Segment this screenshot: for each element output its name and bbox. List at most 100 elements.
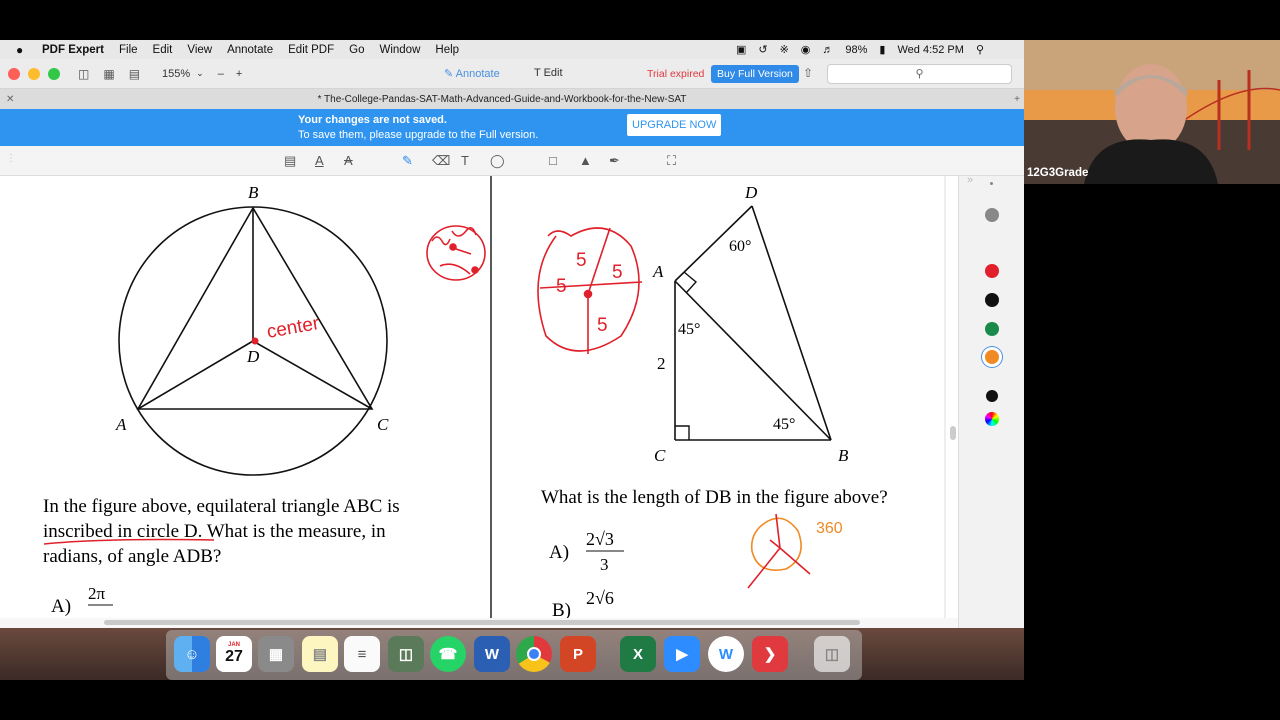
menu-edit-pdf[interactable]: Edit PDF — [288, 44, 334, 56]
color-swatch-orange-selected[interactable] — [985, 350, 999, 364]
minimize-window-button[interactable] — [28, 67, 40, 80]
webcam-video-tile: 12G3Grade — [1024, 40, 1280, 184]
circle-triangle-figure: B A C D center — [115, 183, 389, 476]
outline-view-icon[interactable]: ▤ — [129, 67, 140, 81]
calculator-icon[interactable]: ▦ — [258, 636, 294, 672]
powerpoint-icon[interactable]: P — [560, 636, 596, 672]
menu-go[interactable]: Go — [349, 44, 364, 56]
annotate-label: Annotate — [455, 68, 500, 80]
document-tab-bar: ✕ * The-College-Pandas-SAT-Math-Advanced… — [0, 89, 1024, 109]
text-tool-icon[interactable]: T — [461, 153, 469, 168]
menu-edit[interactable]: Edit — [153, 44, 173, 56]
new-tab-icon[interactable]: + — [1014, 94, 1020, 105]
menu-view[interactable]: View — [187, 44, 212, 56]
right-label-b: B — [838, 446, 849, 465]
edit-mode-button[interactable]: T Edit — [534, 67, 563, 79]
volume-icon[interactable]: ♬ — [822, 44, 833, 56]
menu-window[interactable]: Window — [379, 44, 420, 56]
color-swatch-green[interactable] — [985, 322, 999, 336]
left-choice-a-letter: A) — [51, 596, 71, 617]
right-choice-b-letter: B) — [552, 600, 571, 618]
left-question-line1: In the figure above, equilateral triangl… — [43, 496, 400, 517]
comment-icon[interactable]: □ — [549, 153, 557, 168]
sidebar-toggle-icon[interactable]: ◫ — [78, 67, 89, 81]
apple-menu-icon[interactable]: ● — [16, 43, 32, 57]
whatsapp-icon[interactable]: ☎ — [430, 636, 466, 672]
right-choice-a-letter: A) — [549, 542, 569, 563]
archive-icon[interactable]: ◫ — [388, 636, 424, 672]
custom-color-picker-icon[interactable] — [985, 412, 999, 426]
finder-icon[interactable]: ☺ — [174, 636, 210, 672]
color-swatch-black-2[interactable] — [986, 390, 998, 402]
right-label-a: A — [652, 262, 664, 281]
notes-icon[interactable]: ▤ — [302, 636, 338, 672]
drag-handle-icon[interactable]: ⋮ — [6, 153, 16, 164]
trash-icon[interactable]: ◫ — [814, 636, 850, 672]
pen-icon[interactable]: ✎ — [402, 153, 413, 169]
banner-message: To save them, please upgrade to the Full… — [298, 129, 539, 141]
webex-icon[interactable]: W — [708, 636, 744, 672]
close-window-button[interactable] — [8, 67, 20, 80]
vertical-scrollbar[interactable] — [950, 426, 956, 440]
text-highlight-icon[interactable]: ▤ — [284, 153, 296, 169]
menu-annotate[interactable]: Annotate — [227, 44, 273, 56]
underline-icon[interactable]: A — [315, 153, 324, 168]
time-machine-icon[interactable]: ↺ — [758, 43, 767, 56]
bluetooth-icon[interactable]: ※ — [780, 43, 789, 56]
strikethrough-icon[interactable]: A — [344, 153, 353, 168]
angle-60-label: 60° — [729, 238, 751, 255]
menu-bar: ● PDF Expert File Edit View Annotate Edi… — [0, 40, 1024, 59]
annotate-mode-button[interactable]: ✎ Annotate — [444, 67, 500, 80]
horizontal-scroll-thumb[interactable] — [104, 620, 860, 625]
stamp-icon[interactable]: ▲ — [579, 153, 592, 168]
thickness-thin[interactable] — [990, 182, 993, 185]
left-choice-a-numerator: 2π — [88, 584, 106, 603]
chevron-down-icon[interactable]: ⌄ — [196, 68, 204, 79]
pdf-expert-icon[interactable]: ❯ — [752, 636, 788, 672]
menu-help[interactable]: Help — [435, 44, 459, 56]
right-label-d: D — [744, 183, 758, 202]
maximize-window-button[interactable] — [48, 67, 60, 80]
edit-label: Edit — [543, 67, 563, 79]
pdf-page-view[interactable]: B A C D center In the figure above, equi… — [0, 176, 958, 618]
chrome-icon[interactable] — [516, 636, 552, 672]
collapse-panel-icon[interactable]: » — [967, 174, 973, 186]
grid-view-icon[interactable]: ▦ — [103, 67, 114, 81]
buy-full-version-button[interactable]: Buy Full Version — [711, 65, 799, 83]
handwritten-five-4: 5 — [597, 315, 608, 336]
search-input[interactable]: ⚲ — [827, 64, 1012, 84]
menu-app-name[interactable]: PDF Expert — [42, 44, 104, 56]
color-swatch-gray[interactable] — [985, 208, 999, 222]
eraser-icon[interactable]: ⌫ — [432, 153, 450, 169]
battery-icon[interactable]: ▮ — [879, 43, 885, 56]
handwritten-sketch-angles — [747, 513, 811, 589]
wifi-icon[interactable]: ◉ — [801, 43, 811, 56]
zoom-out-button[interactable]: – — [218, 68, 224, 80]
calendar-icon[interactable]: JAN 27 — [216, 636, 252, 672]
menu-file[interactable]: File — [119, 44, 138, 56]
selection-icon[interactable]: ⛶ — [667, 153, 676, 169]
word-icon[interactable]: W — [474, 636, 510, 672]
angle-45-a-label: 45° — [678, 321, 700, 338]
screen-share-icon[interactable]: ▣ — [736, 43, 746, 56]
reminders-icon[interactable]: ≡ — [344, 636, 380, 672]
upgrade-now-button[interactable]: UPGRADE NOW — [627, 114, 722, 136]
spotlight-icon[interactable]: ⚲ — [976, 43, 984, 56]
label-d: D — [246, 347, 260, 366]
color-swatch-black[interactable] — [985, 293, 999, 307]
right-triangle-figure: D A C B 60° 45° 45° 2 — [652, 183, 849, 465]
clock[interactable]: Wed 4:52 PM — [897, 44, 963, 56]
excel-icon[interactable]: X — [620, 636, 656, 672]
horizontal-scrollbar[interactable] — [0, 618, 958, 628]
zoom-icon[interactable]: ▶ — [664, 636, 700, 672]
triangle-abc — [136, 206, 374, 410]
document-tab-title[interactable]: * The-College-Pandas-SAT-Math-Advanced-G… — [0, 94, 1004, 105]
signature-icon[interactable]: ✒ — [609, 153, 620, 169]
battery-percent[interactable]: 98% — [845, 44, 867, 56]
zoom-level[interactable]: 155% — [162, 68, 190, 80]
participant-name: 12G3Grade — [1027, 167, 1089, 179]
color-swatch-red[interactable] — [985, 264, 999, 278]
zoom-in-button[interactable]: + — [236, 68, 242, 80]
share-icon[interactable]: ⇧ — [803, 66, 813, 80]
shapes-icon[interactable]: ◯ — [490, 153, 505, 169]
